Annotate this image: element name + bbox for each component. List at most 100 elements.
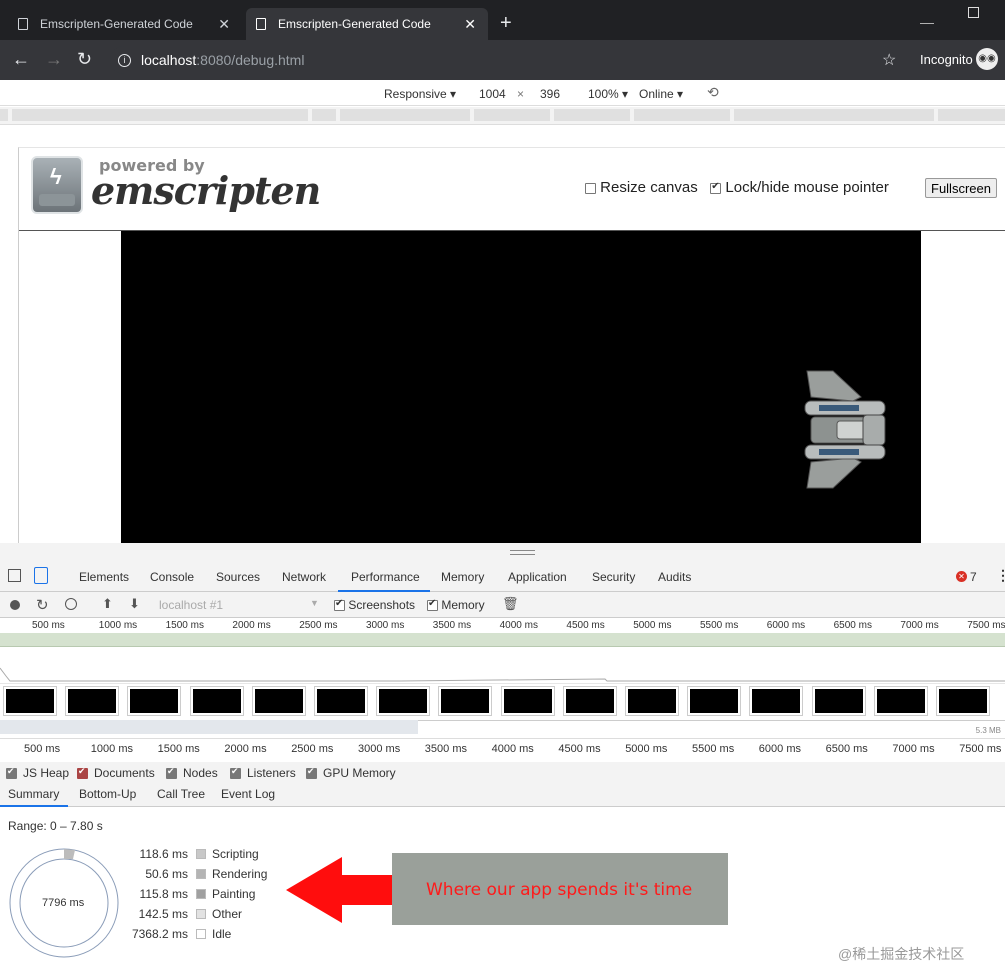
category-swatch — [196, 929, 206, 939]
timeline-tick-label: 5500 ms — [692, 743, 735, 755]
screenshot-thumbnail[interactable] — [65, 686, 120, 716]
tab-title: Emscripten-Generated Code — [40, 17, 193, 31]
error-count[interactable]: 7 — [970, 570, 977, 584]
fullscreen-button[interactable]: Fullscreen — [925, 178, 997, 198]
clear-icon[interactable] — [65, 598, 77, 610]
maximize-icon[interactable] — [968, 7, 979, 18]
tab-application[interactable]: Application — [508, 570, 567, 584]
forward-icon[interactable]: → — [45, 50, 63, 68]
counter-js-heap[interactable]: JS Heap — [6, 766, 69, 780]
close-icon[interactable]: ✕ — [218, 16, 230, 33]
tab-bottom-up[interactable]: Bottom-Up — [79, 787, 136, 801]
game-canvas[interactable] — [121, 231, 921, 545]
tab-security[interactable]: Security — [592, 570, 635, 584]
counter-gpu-memory[interactable]: GPU Memory — [306, 766, 396, 780]
timeline-overview[interactable]: 500 ms 1000 ms 1500 ms 2000 ms 2500 ms 3000 m… — [0, 618, 1005, 738]
screenshot-thumbnail[interactable] — [314, 686, 368, 716]
resize-canvas-checkbox[interactable] — [585, 182, 596, 194]
memory-toggle[interactable]: Memory — [427, 598, 485, 612]
devtools-resize-handle[interactable] — [0, 543, 1005, 562]
timeline-tick-label: 4000 ms — [491, 743, 534, 755]
device-toggle-icon[interactable] — [34, 567, 48, 584]
network-throttle-select[interactable]: Online ▾ — [639, 87, 683, 101]
cpu-track — [0, 648, 1005, 684]
category-time: 7368.2 ms — [131, 927, 188, 941]
screenshot-thumbnail[interactable] — [127, 686, 182, 716]
screenshot-thumbnail[interactable] — [189, 686, 244, 716]
timeline-tick-label: 5500 ms — [700, 620, 739, 631]
close-icon[interactable]: ✕ — [464, 16, 476, 33]
tab-event-log[interactable]: Event Log — [221, 787, 275, 801]
tab-console[interactable]: Console — [150, 570, 194, 584]
screenshot-thumbnail[interactable] — [3, 686, 57, 716]
minimize-icon[interactable]: — — [920, 14, 934, 30]
document-icon — [256, 18, 266, 30]
inspect-icon[interactable] — [8, 569, 21, 582]
timeline-tick-label: 2500 ms — [291, 743, 334, 755]
upload-icon[interactable]: ⬆ — [102, 596, 113, 612]
timeline-tick-label: 4500 ms — [558, 743, 601, 755]
url-field[interactable]: i localhost:8080/debug.html — [110, 46, 895, 74]
lock-pointer-checkbox[interactable] — [710, 181, 722, 194]
brand-title: emscripten — [91, 168, 321, 213]
screenshot-thumbnail[interactable] — [749, 686, 804, 716]
counter-listeners[interactable]: Listeners — [230, 766, 296, 780]
zoom-select[interactable]: 100% ▾ — [588, 87, 628, 101]
timeline-tick-label: 2000 ms — [232, 620, 271, 631]
rotate-icon[interactable]: ⟲ — [707, 84, 719, 101]
tab-elements[interactable]: Elements — [79, 570, 129, 584]
screenshot-thumbnail[interactable] — [376, 686, 431, 716]
reload-record-icon[interactable]: ↻ — [36, 596, 49, 614]
star-icon[interactable]: ☆ — [882, 50, 896, 70]
target-select[interactable]: localhost #1 — [159, 598, 223, 612]
counter-nodes[interactable]: Nodes — [166, 766, 218, 780]
menu-icon[interactable]: ⋮ — [996, 567, 1005, 584]
tab-sources[interactable]: Sources — [216, 570, 260, 584]
chevron-down-icon[interactable]: ▼ — [310, 598, 319, 608]
media-query-bar[interactable] — [0, 107, 1005, 125]
height-input[interactable]: 396 — [540, 87, 560, 101]
tab-network[interactable]: Network — [282, 570, 326, 584]
performance-toolbar: ↻ ⬆ ⬇ localhost #1 ▼ Screenshots Memory … — [0, 592, 1005, 618]
canvas-container — [19, 230, 1005, 545]
screenshot-thumbnail[interactable] — [811, 686, 866, 716]
incognito-icon[interactable]: ◉◉ — [976, 48, 998, 70]
timeline-tick-label: 6000 ms — [758, 743, 801, 755]
screenshot-thumbnail[interactable] — [562, 686, 617, 716]
width-input[interactable]: 1004 — [479, 87, 506, 101]
screenshot-thumbnail[interactable] — [500, 686, 555, 716]
screenshot-thumbnail[interactable] — [438, 686, 493, 716]
error-icon[interactable]: ✕ — [956, 571, 967, 582]
screenshot-thumbnail[interactable] — [687, 686, 742, 716]
category-name: Rendering — [212, 867, 268, 881]
info-icon[interactable]: i — [118, 53, 131, 67]
profile-label: Incognito — [920, 52, 973, 67]
device-mode-select[interactable]: Responsive ▾ — [384, 87, 456, 101]
trash-icon[interactable]: 🗑 — [502, 596, 519, 612]
tab-1[interactable]: Emscripten-Generated Code ✕ — [8, 8, 242, 40]
tab-summary[interactable]: Summary — [8, 787, 59, 801]
screenshot-thumbnail[interactable] — [251, 686, 306, 716]
tab-memory[interactable]: Memory — [441, 570, 484, 584]
screenshots-toggle[interactable]: Screenshots — [334, 598, 415, 612]
new-tab-button[interactable]: + — [500, 12, 512, 35]
emscripten-logo-icon: ϟ — [31, 156, 83, 214]
category-swatch — [196, 889, 206, 899]
device-toolbar: Responsive ▾ 1004 × 396 100% ▾ Online ▾ … — [0, 80, 1005, 106]
screenshot-thumbnail[interactable] — [873, 686, 928, 716]
category-swatch — [196, 869, 206, 879]
screenshot-thumbnail[interactable] — [625, 686, 679, 716]
screenshot-thumbnail[interactable] — [936, 686, 990, 716]
back-icon[interactable]: ← — [12, 50, 30, 68]
reload-icon[interactable]: ↻ — [77, 50, 92, 68]
counter-documents[interactable]: Documents — [77, 766, 155, 780]
tab-call-tree[interactable]: Call Tree — [157, 787, 205, 801]
tab-2[interactable]: Emscripten-Generated Code ✕ — [246, 8, 488, 40]
range-label: Range: 0 – 7.80 s — [8, 819, 103, 833]
timeline-tick-label: 6500 ms — [833, 620, 872, 631]
timeline-tick-label: 5000 ms — [633, 620, 672, 631]
record-icon[interactable] — [10, 600, 20, 610]
tab-audits[interactable]: Audits — [658, 570, 691, 584]
download-icon[interactable]: ⬇ — [129, 596, 140, 612]
tab-performance[interactable]: Performance — [351, 570, 420, 584]
